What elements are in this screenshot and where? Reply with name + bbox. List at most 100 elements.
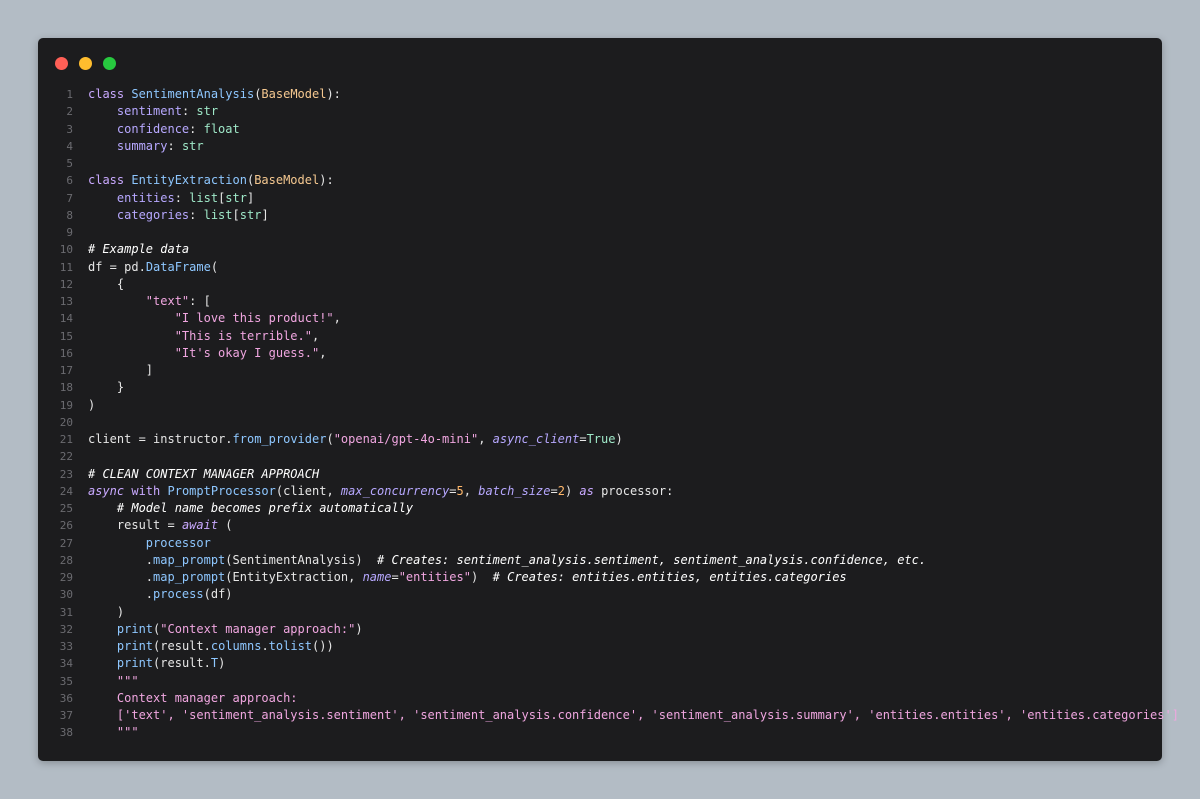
code-text: {: [88, 276, 125, 291]
code-line: 4 summary: str: [38, 138, 1162, 155]
code-line: 11 df = pd.DataFrame(: [38, 259, 1162, 276]
line-number: 3: [66, 122, 73, 136]
code-text: .map_prompt(EntityExtraction, name="enti…: [88, 570, 847, 584]
line-number: 5: [66, 157, 73, 170]
code-text: }: [88, 380, 125, 395]
line-number: 36: [59, 691, 73, 705]
line-number: 8: [66, 208, 73, 222]
line-number: 26: [59, 519, 73, 533]
code-line: 25 # Model name becomes prefix automatic…: [38, 500, 1162, 517]
code-line: 30 .process(df): [38, 586, 1162, 603]
line-number: 17: [59, 364, 73, 377]
code-line: 34 print(result.T): [38, 655, 1162, 672]
code-line: 35 """: [38, 673, 1162, 690]
code-line: 12 {: [38, 276, 1162, 293]
code-text: sentiment: str: [116, 104, 219, 119]
code-text: """: [88, 673, 139, 688]
line-number: 38: [59, 726, 73, 740]
window-controls: [55, 57, 116, 70]
minimize-button[interactable]: [79, 57, 92, 70]
code-text: .process(df): [88, 587, 233, 602]
code-editor[interactable]: 1 class SentimentAnalysis(BaseModel): 2 se…: [38, 86, 1179, 742]
line-number: 13: [59, 295, 73, 308]
code-text: class EntityExtraction(BaseModel):: [88, 173, 334, 188]
code-line: 6 class EntityExtraction(BaseModel):: [38, 172, 1162, 189]
line-number: 30: [59, 588, 73, 602]
line-number: 24: [59, 484, 73, 498]
code-text: "I love this product!",: [174, 311, 341, 326]
code-text: print(result.columns.tolist()): [116, 639, 334, 653]
code-line: 7 entities: list[str]: [38, 190, 1162, 207]
line-number: 31: [59, 605, 73, 619]
code-text: async with PromptProcessor(client, max_c…: [88, 483, 674, 498]
close-button[interactable]: [55, 57, 68, 70]
code-text: # Model name becomes prefix automaticall…: [116, 501, 414, 515]
code-line: 36 Context manager approach:: [38, 690, 1162, 707]
line-number: 1: [66, 88, 73, 101]
line-number: 18: [59, 381, 73, 395]
line-number: 34: [59, 657, 73, 671]
line-number: 15: [59, 329, 73, 343]
line-number: 27: [59, 536, 73, 550]
code-line: 14 "I love this product!",: [38, 310, 1162, 327]
line-number: 12: [59, 277, 73, 291]
code-text: ): [88, 397, 96, 412]
code-text: summary: str: [116, 138, 204, 153]
line-number: 23: [59, 467, 73, 481]
code-window: 1 class SentimentAnalysis(BaseModel): 2 se…: [38, 38, 1179, 761]
maximize-button[interactable]: [103, 57, 116, 70]
code-text: Context manager approach:: [88, 690, 298, 705]
line-number: 21: [59, 433, 73, 446]
code-line: 13 "text": [: [38, 293, 1162, 310]
line-number: 11: [59, 260, 73, 274]
code-line: 29 .map_prompt(EntityExtraction, name="e…: [38, 569, 1162, 586]
line-number: 20: [59, 415, 73, 429]
code-line: 27 processor: [38, 535, 1162, 552]
code-line: 9: [38, 224, 1162, 241]
line-number: 25: [59, 502, 73, 515]
code-text: "This is terrible.",: [174, 328, 320, 343]
code-text: confidence: float: [116, 121, 240, 136]
line-number: 28: [59, 553, 73, 567]
line-number: 6: [66, 174, 73, 188]
code-text: class SentimentAnalysis(BaseModel):: [88, 87, 341, 101]
code-line: 15 "This is terrible.",: [38, 328, 1162, 345]
code-text: .map_prompt(SentimentAnalysis) # Creates…: [88, 552, 927, 567]
code-line: 3 confidence: float: [38, 121, 1162, 138]
code-line: 21 client = instructor.from_provider("ope…: [38, 431, 1162, 448]
code-text: "It's okay I guess.",: [174, 345, 327, 360]
code-line: 18 }: [38, 379, 1162, 396]
code-line: 26 result = await (: [38, 517, 1162, 534]
line-number: 19: [59, 398, 73, 412]
code-line: 5: [38, 155, 1162, 172]
code-text: "text": [: [145, 294, 211, 308]
code-text: entities: list[str]: [116, 190, 255, 205]
code-line: 23 # CLEAN CONTEXT MANAGER APPROACH: [38, 466, 1162, 483]
code-line: 16 "It's okay I guess.",: [38, 345, 1162, 362]
code-text: ['text', 'sentiment_analysis.sentiment',…: [88, 708, 1179, 722]
code-text: categories: list[str]: [116, 207, 269, 222]
code-text: processor: [145, 535, 211, 550]
code-line: 32 print("Context manager approach:"): [38, 621, 1162, 638]
line-number: 9: [66, 226, 73, 239]
code-line: 2 sentiment: str: [38, 103, 1162, 120]
line-number: 22: [59, 450, 73, 464]
code-text: df = pd.DataFrame(: [88, 259, 219, 274]
line-number: 14: [59, 312, 73, 326]
line-number: 32: [59, 622, 73, 636]
code-text: ]: [88, 363, 154, 377]
code-line: 10 # Example data: [38, 241, 1162, 258]
code-text: """: [88, 725, 139, 740]
code-line: 19): [38, 397, 1162, 414]
line-number: 35: [59, 674, 73, 688]
line-number: 2: [66, 105, 73, 119]
code-text: print("Context manager approach:"): [116, 621, 363, 636]
line-number: 29: [59, 571, 73, 584]
line-number: 4: [66, 139, 73, 153]
code-line: 33 print(result.columns.tolist()): [38, 638, 1162, 655]
code-text: ): [88, 604, 125, 619]
